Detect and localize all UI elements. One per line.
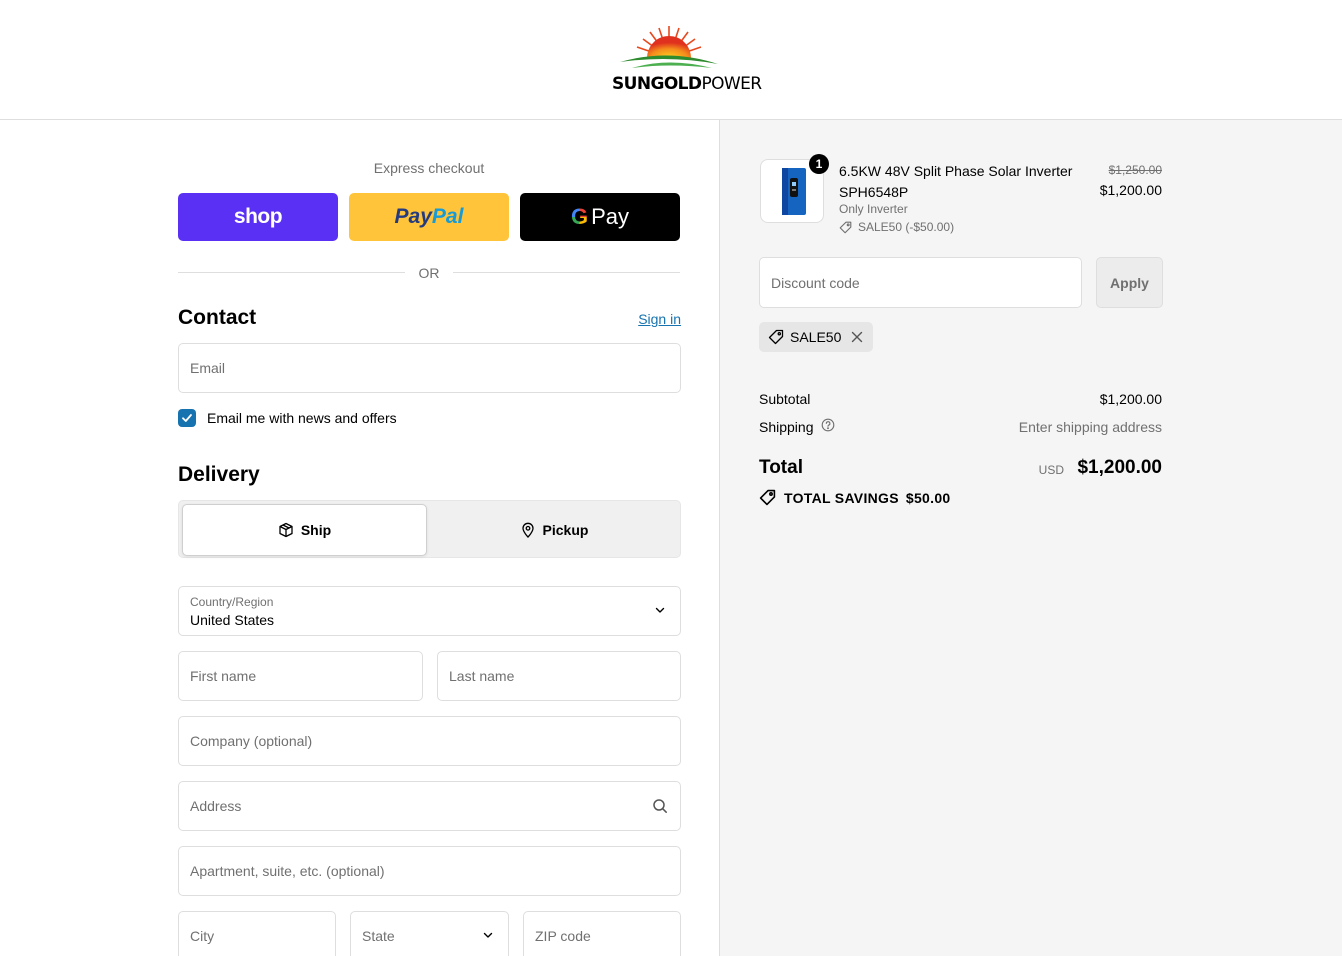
quantity-badge: 1: [809, 154, 829, 174]
discount-tag-icon: [768, 329, 784, 345]
zip-field[interactable]: ZIP code: [523, 911, 681, 956]
location-pin-icon: [521, 522, 534, 538]
product-discount-text: SALE50 (-$50.00): [858, 220, 955, 234]
subtotal-label: Subtotal: [759, 391, 811, 407]
first-name-field[interactable]: First name: [178, 651, 423, 701]
original-price: $1,250.00: [1108, 163, 1162, 177]
total-value: $1,200.00: [1077, 457, 1162, 478]
country-label: Country/Region: [190, 595, 274, 609]
last-name-field[interactable]: Last name: [437, 651, 681, 701]
country-value: United States: [190, 612, 275, 628]
applied-discount-tag: SALE50: [759, 322, 873, 352]
discount-tag-icon: [759, 489, 776, 506]
product-discount: SALE50 (-$50.00): [839, 220, 954, 234]
total-label: Total: [759, 457, 803, 478]
apply-discount-button[interactable]: Apply: [1096, 257, 1163, 308]
email-field[interactable]: Email: [178, 343, 681, 393]
apartment-placeholder: Apartment, suite, etc. (optional): [190, 863, 385, 879]
apartment-field[interactable]: Apartment, suite, etc. (optional): [178, 846, 681, 896]
sale-price: $1,200.00: [1099, 182, 1162, 198]
paypal-button[interactable]: Pay Pal: [349, 193, 509, 241]
address-placeholder: Address: [190, 798, 242, 814]
email-placeholder: Email: [190, 360, 226, 376]
company-placeholder: Company (optional): [190, 733, 313, 749]
store-logo[interactable]: SUNGOLDPOWER: [612, 24, 762, 98]
state-placeholder: State: [362, 928, 395, 944]
news-checkbox[interactable]: [178, 409, 196, 427]
total-savings-value: $50.00: [905, 489, 951, 506]
paypal-label-b: Pal: [431, 205, 464, 228]
checkmark-icon: [182, 414, 192, 422]
google-pay-label: Pay: [591, 204, 630, 229]
or-divider: OR: [178, 264, 680, 282]
subtotal-value: $1,200.00: [1099, 391, 1162, 407]
google-g-icon: G: [570, 204, 589, 229]
close-icon[interactable]: [851, 331, 863, 343]
discount-tag-icon: [839, 221, 852, 233]
chevron-down-icon: [483, 932, 493, 938]
ship-label: Ship: [300, 522, 332, 538]
sign-in-link[interactable]: Sign in: [600, 311, 681, 327]
search-icon: [653, 799, 667, 813]
company-field[interactable]: Company (optional): [178, 716, 681, 766]
order-summary-panel: 1 6.5KW 48V Split Phase Solar Inverter S…: [719, 120, 1342, 956]
discount-code-input[interactable]: Discount code: [759, 257, 1082, 308]
express-checkout-title: Express checkout: [373, 160, 485, 176]
total-savings: TOTAL SAVINGS $50.00: [759, 489, 951, 506]
delivery-method-toggle: Ship Pickup: [178, 500, 681, 558]
pickup-option[interactable]: Pickup: [429, 504, 679, 556]
cube-icon: [279, 522, 293, 538]
product-variant: Only Inverter: [839, 202, 908, 216]
first-name-placeholder: First name: [190, 668, 257, 684]
sun-logo-icon: [620, 26, 718, 68]
address-field[interactable]: Address: [178, 781, 681, 831]
news-checkbox-label: Email me with news and offers: [207, 410, 397, 426]
shipping-label: Shipping: [759, 419, 814, 435]
paypal-label-a: Pay: [394, 205, 432, 228]
pickup-label: Pickup: [542, 522, 589, 538]
ship-option[interactable]: Ship: [182, 504, 427, 556]
shop-pay-button[interactable]: shop: [178, 193, 338, 241]
last-name-placeholder: Last name: [449, 668, 515, 684]
state-select[interactable]: State: [350, 911, 509, 956]
or-text: OR: [418, 265, 440, 281]
discount-code-placeholder: Discount code: [771, 275, 860, 291]
product-name: 6.5KW 48V Split Phase Solar Inverter SPH…: [839, 163, 1073, 200]
shop-pay-label: shop: [233, 205, 283, 228]
city-field[interactable]: City: [178, 911, 336, 956]
zip-placeholder: ZIP code: [535, 928, 591, 944]
checkout-form-panel: Express checkout shop Pay Pal G Pay OR Con…: [0, 120, 719, 956]
google-pay-button[interactable]: G Pay: [520, 193, 680, 241]
delivery-heading: Delivery: [178, 463, 260, 486]
shipping-value: Enter shipping address: [1018, 419, 1162, 435]
header: SUNGOLDPOWER: [0, 0, 1342, 120]
help-circle-icon[interactable]: [821, 418, 835, 432]
total-currency: USD: [1038, 463, 1064, 477]
contact-heading: Contact: [178, 306, 257, 329]
country-select[interactable]: Country/Region United States: [178, 586, 681, 636]
applied-discount-code: SALE50: [790, 329, 842, 345]
total-savings-label: TOTAL SAVINGS: [784, 489, 899, 506]
chevron-down-icon: [655, 607, 665, 613]
city-placeholder: City: [190, 928, 215, 944]
logo-wordmark: SUNGOLDPOWER: [612, 74, 762, 94]
